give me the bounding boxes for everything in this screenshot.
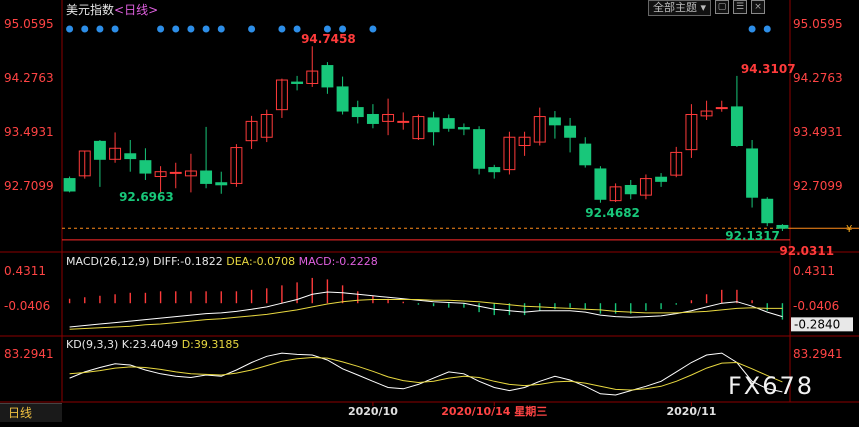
candle [564,125,577,138]
macd-params: MACD(26,12,9) [66,255,150,268]
window-menu-icon[interactable]: ☰ [733,0,748,14]
kd-d-value: D:39.3185 [181,338,240,351]
kd-k-value: K:23.4049 [121,338,179,351]
event-dot [369,25,377,33]
kd-axis-tick: 83.2941 [793,347,843,361]
price-axis-tick: 94.2763 [4,71,54,85]
candle [488,167,501,173]
event-dot [157,25,165,33]
candle [215,182,228,186]
event-dot [217,25,225,33]
kd-legend: KD(9,3,3) K:23.4049 D:39.3185 [66,338,239,351]
macd-axis-tick: 0.4311 [793,264,835,278]
watermark: FX678 [728,372,815,400]
event-dot [81,25,89,33]
candle [321,65,334,88]
kd-axis-tick: 83.2941 [4,347,54,361]
candle [746,148,759,198]
chevron-down-icon: ▾ [700,1,707,14]
candle [579,143,592,166]
kd-d-line [69,356,783,391]
candle [124,153,137,160]
candle [548,117,561,126]
price-annotation: 92.6963 [119,190,174,204]
theme-select[interactable]: 全部主题 ▾ [648,0,712,16]
event-dot [202,25,210,33]
period-tab-daily[interactable]: 日线 [0,403,62,422]
candle [761,198,774,224]
candle [63,178,76,192]
kd-k-line [69,352,783,396]
candle [366,113,379,124]
candle [336,86,349,112]
price-annotation: 92.0311 [779,244,834,258]
macd-axis-tick: 0.4311 [4,264,46,278]
candle [624,184,637,195]
candle [139,160,152,174]
period-label[interactable]: <日线> [114,3,158,17]
chart-stage[interactable]: 95.0595 95.0595 94.2763 94.2763 93.4931 93.49… [0,0,859,423]
candle [457,127,470,130]
event-dot [96,25,104,33]
toolbar: 全部主题 ▾ ▢ ☰ × [648,0,766,16]
kd-params: KD(9,3,3) [66,338,119,351]
restore-window-icon[interactable]: ▢ [715,0,730,14]
event-dot [66,25,74,33]
price-axis-tick: 92.7099 [4,179,54,193]
price-annotation: 94.7458 [301,32,356,46]
candle [351,107,364,118]
price-axis-tick: 95.0595 [4,17,54,31]
price-axis-tick: 92.7099 [793,179,843,193]
macd-dea-line [69,299,783,330]
candle [169,171,182,174]
price-axis-tick: 94.2763 [793,71,843,85]
macd-axis-tick: -0.0406 [4,299,50,313]
time-axis-label: 2020/10 [348,405,398,418]
close-icon[interactable]: × [751,0,766,14]
current-price-marker: ¥ [846,224,852,235]
macd-legend: MACD(26,12,9) DIFF:-0.1822 DEA:-0.0708 M… [66,255,378,268]
candle [594,168,607,200]
candle [93,140,106,160]
candle [442,118,455,129]
candle [715,107,728,110]
event-dot [763,25,771,33]
event-dot [172,25,180,33]
macd-diff-value: DIFF:-0.1822 [153,255,223,268]
chart-title: 美元指数<日线> [66,1,158,18]
price-annotation: 92.1317 [725,229,780,243]
price-axis-tick: 95.0595 [793,17,843,31]
candle [291,81,304,84]
macd-macd-value: MACD:-0.2228 [298,255,378,268]
price-annotation: 92.4682 [585,206,640,220]
price-axis-tick: 93.4931 [4,125,54,139]
price-annotation: 94.3107 [741,62,796,76]
event-dot [293,25,301,33]
event-dot [111,25,119,33]
macd-diff-line [69,291,783,328]
candle [427,117,440,133]
candle [776,224,789,229]
theme-select-label: 全部主题 [653,1,697,14]
candle [473,129,486,169]
time-axis-label: 2020/11 [666,405,716,418]
event-dot [187,25,195,33]
event-dot [278,25,286,33]
macd-current-value: -0.2840 [794,317,840,331]
chart-canvas[interactable]: 95.0595 95.0595 94.2763 94.2763 93.4931 93.49… [0,0,859,423]
instrument-name: 美元指数 [66,3,115,17]
candle [655,176,668,182]
candle [397,120,410,123]
time-axis-label: 2020/10/14 星期三 [441,404,547,418]
macd-axis-tick: -0.0406 [793,299,839,313]
candle [730,106,743,147]
candle [200,170,213,184]
event-dot [748,25,756,33]
macd-dea-value: DEA:-0.0708 [226,255,296,268]
price-axis-tick: 93.4931 [793,125,843,139]
event-dot [248,25,256,33]
